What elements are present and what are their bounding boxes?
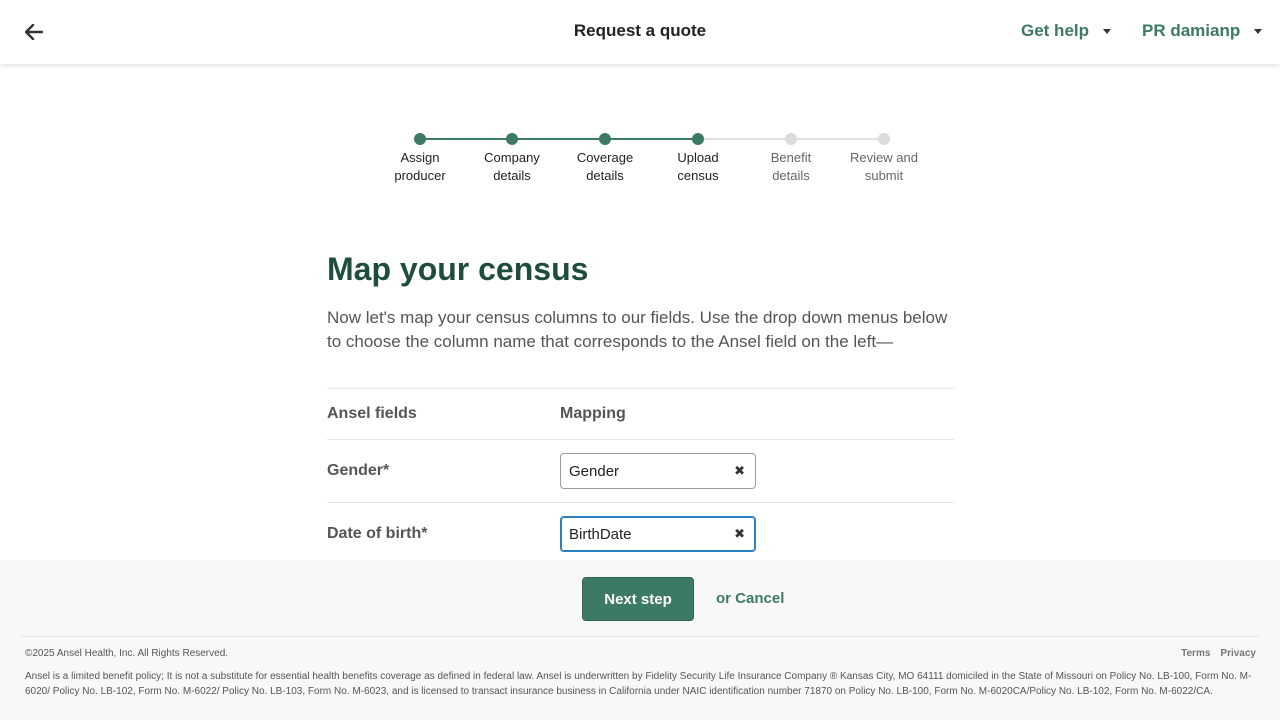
- footer-divider: [20, 636, 1260, 637]
- privacy-link[interactable]: Privacy: [1220, 648, 1256, 659]
- legal-disclaimer: Ansel is a limited benefit policy; It is…: [25, 671, 1252, 697]
- step-label: Company: [484, 150, 540, 165]
- table-header-row: Ansel fields Mapping: [327, 389, 954, 440]
- user-menu-label: PR damianp: [1142, 21, 1241, 40]
- clear-icon[interactable]: ✖: [734, 463, 745, 479]
- terms-link[interactable]: Terms: [1181, 648, 1210, 659]
- caret-down-icon: [1103, 28, 1112, 34]
- step-benefit-details: Benefit details: [741, 130, 841, 185]
- step-label: details: [493, 168, 531, 183]
- step-dot: [506, 133, 518, 145]
- column-header-mapping: Mapping: [560, 405, 626, 422]
- step-label: Upload: [677, 150, 719, 165]
- caret-down-icon: [1254, 28, 1263, 34]
- step-label: submit: [864, 168, 904, 183]
- select-value: Gender: [569, 462, 620, 480]
- clear-icon[interactable]: ✖: [734, 526, 745, 542]
- back-arrow-icon[interactable]: [22, 20, 46, 44]
- gender-mapping-select[interactable]: Gender ✖: [560, 453, 756, 489]
- field-label-gender: Gender*: [327, 462, 390, 479]
- next-step-button[interactable]: Next step: [582, 577, 694, 621]
- step-label: details: [586, 168, 624, 183]
- select-value: BirthDate: [569, 525, 632, 543]
- copyright-text: ©2025 Ansel Health, Inc. All Rights Rese…: [25, 648, 229, 659]
- step-label: details: [772, 168, 810, 183]
- step-dot: [599, 133, 611, 145]
- get-help-label: Get help: [1021, 21, 1090, 40]
- table-row: Date of birth* BirthDate ✖: [327, 503, 954, 566]
- get-help-menu[interactable]: Get help: [1021, 21, 1112, 41]
- step-dot: [414, 133, 426, 145]
- step-label: Assign: [400, 150, 440, 165]
- step-label: Benefit: [770, 150, 812, 165]
- step-coverage-details: Coverage details: [555, 130, 655, 185]
- step-company-details: Company details: [462, 130, 562, 185]
- column-header-ansel-fields: Ansel fields: [327, 405, 417, 422]
- user-menu[interactable]: PR damianp: [1142, 21, 1263, 41]
- page-title: Map your census: [327, 251, 589, 287]
- step-label: producer: [394, 168, 446, 183]
- date-of-birth-mapping-select[interactable]: BirthDate ✖: [560, 516, 756, 552]
- step-dot: [878, 133, 890, 145]
- footer-links: Terms Privacy: [1181, 648, 1256, 659]
- footer: Next step or Cancel ©2025 Ansel Health, …: [0, 560, 1280, 720]
- mapping-table: Ansel fields Mapping Gender* Gender ✖ Da…: [327, 388, 954, 566]
- step-assign-producer: Assign producer: [370, 130, 470, 185]
- field-label-date-of-birth: Date of birth*: [327, 525, 428, 542]
- step-label: Coverage: [576, 150, 634, 165]
- cancel-link[interactable]: or Cancel: [716, 590, 784, 607]
- step-label: census: [677, 168, 719, 183]
- intro-text: Now let's map your census columns to our…: [327, 308, 948, 351]
- step-dot: [692, 133, 704, 145]
- step-label: Review and: [850, 150, 918, 165]
- table-row: Gender* Gender ✖: [327, 440, 954, 503]
- progress-stepper: Assign producer Company details Coverage de…: [0, 130, 1280, 200]
- step-upload-census: Upload census: [648, 130, 748, 185]
- step-review-submit: Review and submit: [834, 130, 934, 185]
- main-content: Map your census Now let's map your censu…: [327, 250, 954, 566]
- form-actions: Next step or Cancel: [0, 577, 1280, 621]
- top-header: Request a quote Get help PR damianp: [0, 0, 1280, 64]
- step-dot: [785, 133, 797, 145]
